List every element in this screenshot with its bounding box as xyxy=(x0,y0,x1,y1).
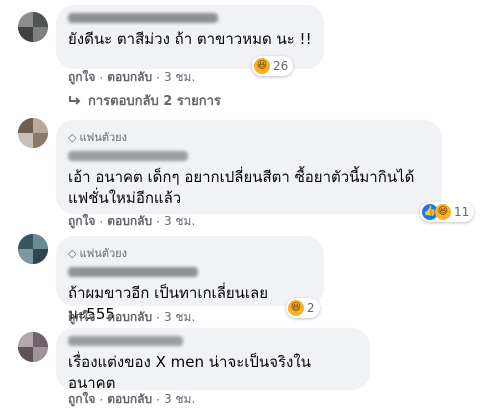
avatar[interactable] xyxy=(18,332,48,362)
reply-link[interactable]: ตอบกลับ xyxy=(107,68,152,87)
avatar[interactable] xyxy=(18,12,48,42)
author-name-blurred[interactable] xyxy=(68,151,188,161)
reaction-count: 11 xyxy=(454,205,470,219)
diamond-icon: ◇ xyxy=(68,130,77,144)
comment-actions: ถูกใจ · ตอบกลับ · 3 ชม. xyxy=(68,68,195,87)
haha-icon: 😆 xyxy=(435,204,451,220)
reaction-count: 2 xyxy=(307,301,315,315)
timestamp[interactable]: 3 ชม. xyxy=(164,68,195,87)
comment-actions: ถูกใจ · ตอบกลับ · 3 ชม. xyxy=(68,212,195,231)
haha-icon: 😆 xyxy=(254,58,270,74)
avatar[interactable] xyxy=(18,234,48,264)
comment-actions: ถูกใจ · ตอบกลับ · 3 ชม. xyxy=(68,308,195,327)
comment-text: เรื่องแต่งของ X men น่าจะเป็นจริงในอนาคต xyxy=(68,353,311,392)
timestamp[interactable]: 3 ชม. xyxy=(164,308,195,327)
top-fan-badge: ◇ แฟนตัวยง xyxy=(68,128,430,146)
comment-bubble: ◇ แฟนตัวยง เอ้า อนาคต เด็กๆ อยากเปลี่ยนส… xyxy=(56,120,442,214)
like-link[interactable]: ถูกใจ xyxy=(68,308,95,327)
comment-bubble: ◇ แฟนตัวยง ถ้าผมขาวอีก เป็นทาเกเลี่ยนเลย… xyxy=(56,236,324,323)
fan-badge-label: แฟนตัวยง xyxy=(79,247,128,260)
haha-icon: 😆 xyxy=(288,300,304,316)
comment-bubble: เรื่องแต่งของ X men น่าจะเป็นจริงในอนาคต xyxy=(56,328,370,392)
reply-link[interactable]: ตอบกลับ xyxy=(107,212,152,231)
reply-link[interactable]: ตอบกลับ xyxy=(107,390,152,409)
like-link[interactable]: ถูกใจ xyxy=(68,212,95,231)
top-fan-badge: ◇ แฟนตัวยง xyxy=(68,244,312,262)
reply-arrow-icon xyxy=(69,95,81,105)
diamond-icon: ◇ xyxy=(68,246,77,260)
timestamp[interactable]: 3 ชม. xyxy=(164,390,195,409)
comment-text: ยังดีนะ ตาสีม่วง ถ้า ตาขาวหมด นะ !! xyxy=(68,30,312,48)
comment-actions: ถูกใจ · ตอบกลับ · 3 ชม. xyxy=(68,390,195,409)
replies-count-label: การตอบกลับ 2 รายการ xyxy=(88,94,221,109)
reaction-summary[interactable]: 😆 26 xyxy=(252,56,294,76)
view-replies-link[interactable]: การตอบกลับ 2 รายการ xyxy=(68,90,221,111)
comment-text: เอ้า อนาคต เด็กๆ อยากเปลี่ยนสีตา ซื้อยาต… xyxy=(68,168,415,207)
like-link[interactable]: ถูกใจ xyxy=(68,390,95,409)
like-link[interactable]: ถูกใจ xyxy=(68,68,95,87)
reply-link[interactable]: ตอบกลับ xyxy=(107,308,152,327)
avatar[interactable] xyxy=(18,118,48,148)
reaction-summary[interactable]: 👍 😆 11 xyxy=(420,202,475,222)
author-name-blurred[interactable] xyxy=(68,336,183,346)
timestamp[interactable]: 3 ชม. xyxy=(164,212,195,231)
author-name-blurred[interactable] xyxy=(68,13,218,23)
reaction-count: 26 xyxy=(273,59,289,73)
reaction-summary[interactable]: 😆 2 xyxy=(286,298,320,318)
author-name-blurred[interactable] xyxy=(68,267,198,277)
fan-badge-label: แฟนตัวยง xyxy=(79,131,128,144)
